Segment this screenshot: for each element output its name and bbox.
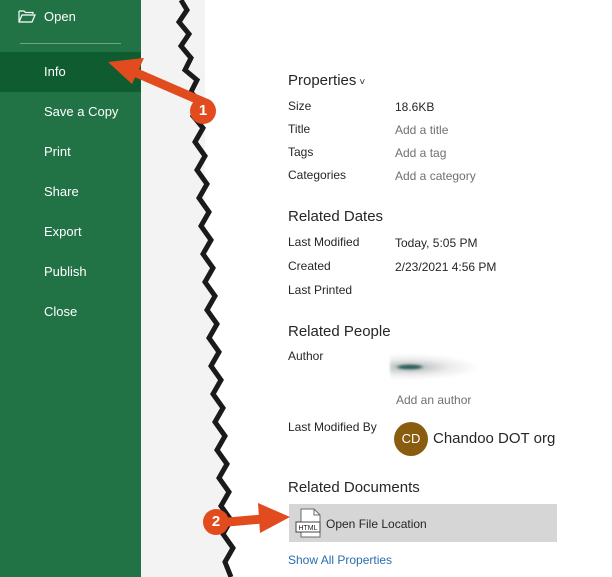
open-file-location-button[interactable]: HTML Open File Location — [289, 504, 557, 542]
nav-item-share[interactable]: Share — [0, 172, 141, 212]
add-author-field[interactable]: Add an author — [396, 393, 471, 407]
html-file-icon-text: HTML — [298, 525, 317, 532]
tags-label: Tags — [288, 145, 314, 159]
html-file-icon: HTML — [295, 508, 321, 538]
torn-edge-decoration — [141, 0, 236, 577]
nav-item-print[interactable]: Print — [0, 132, 141, 172]
size-label: Size — [288, 99, 312, 113]
nav-item-close[interactable]: Close — [0, 292, 141, 332]
nav-item-label: Publish — [44, 264, 87, 279]
folder-open-icon — [18, 10, 36, 23]
categories-label: Categories — [288, 168, 347, 182]
nav-item-info[interactable]: Info — [0, 52, 141, 92]
nav-item-save-a-copy[interactable]: Save a Copy — [0, 92, 141, 132]
related-people-heading: Related People — [288, 323, 391, 340]
show-all-properties-link[interactable]: Show All Properties — [288, 553, 392, 567]
nav-item-label: Open — [44, 9, 76, 24]
nav-item-export[interactable]: Export — [0, 212, 141, 252]
last-modified-label: Last Modified — [288, 235, 360, 249]
nav-item-label: Share — [44, 184, 79, 199]
created-label: Created — [288, 259, 331, 273]
last-modified-value: Today, 5:05 PM — [395, 236, 478, 250]
chevron-down-icon: ˅ — [359, 77, 366, 88]
created-value: 2/23/2021 4:56 PM — [395, 260, 497, 274]
callout-1-badge: 1 — [190, 98, 216, 124]
properties-heading-text: Properties — [288, 72, 357, 89]
nav-item-label: Save a Copy — [44, 104, 119, 119]
author-label: Author — [288, 349, 324, 363]
related-documents-heading: Related Documents — [288, 479, 420, 496]
backstage-nav: Open Info Save a Copy Print Share Export… — [0, 0, 141, 577]
properties-heading[interactable]: Properties ˅ — [288, 72, 365, 89]
nav-item-label: Info — [44, 64, 66, 79]
nav-item-publish[interactable]: Publish — [0, 252, 141, 292]
categories-field[interactable]: Add a category — [395, 169, 476, 183]
tags-field[interactable]: Add a tag — [395, 146, 446, 160]
last-modified-by-label: Last Modified By — [288, 420, 377, 434]
title-label: Title — [288, 122, 311, 136]
author-avatar-blurred[interactable] — [390, 350, 500, 384]
last-printed-label: Last Printed — [288, 283, 353, 297]
nav-item-open[interactable]: Open — [0, 0, 141, 37]
nav-item-label: Close — [44, 304, 78, 319]
nav-item-label: Print — [44, 144, 71, 159]
last-modified-by-name[interactable]: Chandoo DOT org — [433, 430, 555, 447]
related-dates-heading: Related Dates — [288, 208, 384, 225]
title-field[interactable]: Add a title — [395, 123, 448, 137]
size-value: 18.6KB — [395, 100, 435, 114]
open-file-location-label: Open File Location — [326, 517, 427, 531]
nav-divider — [20, 43, 121, 44]
callout-2-badge: 2 — [203, 509, 229, 535]
avatar[interactable]: CD — [394, 422, 428, 456]
nav-item-label: Export — [44, 224, 82, 239]
